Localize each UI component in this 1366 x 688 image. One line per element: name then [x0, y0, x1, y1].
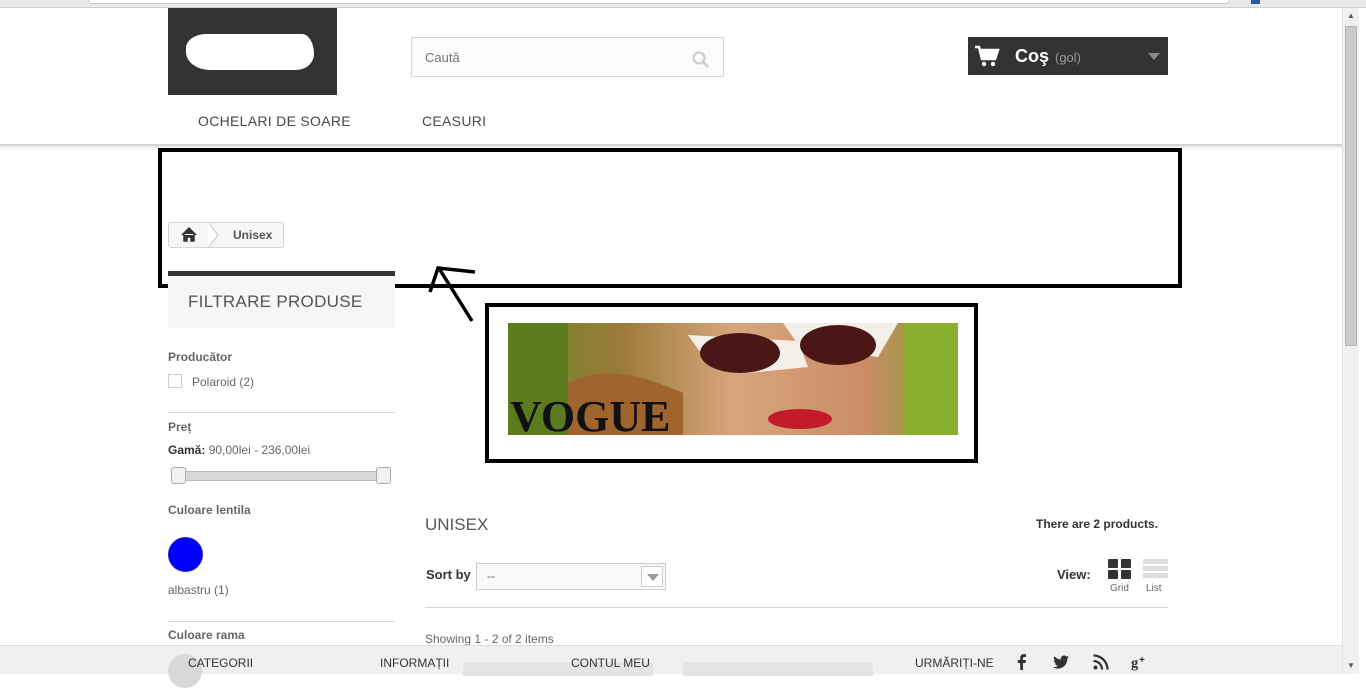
price-range: Gamă: 90,00lei - 236,00lei — [168, 443, 310, 457]
footer-link-contul-meu[interactable]: CONTUL MEU — [571, 656, 650, 670]
price-label: Preț — [168, 420, 192, 434]
site-logo[interactable] — [168, 8, 337, 95]
search-icon[interactable] — [691, 50, 711, 70]
price-slider-max-handle[interactable] — [376, 467, 391, 484]
scroll-down-icon[interactable]: ▼ — [1343, 658, 1359, 674]
page-scrollbar[interactable]: ▲ ▼ — [1342, 8, 1359, 674]
lens-color-option[interactable]: albastru (1) — [168, 583, 229, 597]
svg-text:g: g — [1131, 655, 1139, 671]
facebook-icon[interactable] — [1013, 653, 1031, 671]
sort-value: -- — [487, 569, 495, 583]
view-grid-label[interactable]: Grid — [1110, 583, 1129, 594]
menu-item-ochelari[interactable]: OCHELARI DE SOARE — [198, 113, 351, 129]
google-plus-icon[interactable]: g + — [1131, 653, 1149, 671]
chevron-down-icon[interactable] — [641, 566, 663, 587]
product-count: There are 2 products. — [1036, 517, 1159, 531]
filter-title-panel: FILTRARE PRODUSE — [168, 271, 395, 328]
cart-label: Coş — [1015, 46, 1050, 66]
browser-menu-icon[interactable] — [1251, 0, 1260, 4]
cart-status: (gol) — [1055, 50, 1082, 65]
price-slider-min-handle[interactable] — [171, 467, 186, 484]
lens-color-label: Culoare lentila — [168, 503, 251, 517]
grid-view-icon[interactable] — [1108, 559, 1133, 581]
list-view-icon[interactable] — [1143, 559, 1168, 581]
divider — [168, 621, 395, 622]
cart-icon — [974, 44, 1000, 68]
footer-link-informatii[interactable]: INFORMAȚII — [380, 656, 449, 670]
range-value: 90,00lei - 236,00lei — [208, 443, 311, 457]
manufacturer-checkbox[interactable] — [168, 374, 182, 388]
footer-link-categorii[interactable]: CATEGORII — [188, 656, 253, 670]
manufacturer-option[interactable]: Polaroid (2) — [192, 375, 254, 389]
chevron-down-icon — [1148, 53, 1160, 60]
filter-title: FILTRARE PRODUSE — [188, 292, 363, 311]
browser-url-bar[interactable] — [88, 0, 1230, 4]
view-list-label[interactable]: List — [1146, 583, 1162, 594]
frame-color-label: Culoare rama — [168, 628, 245, 642]
footer-bar: CATEGORII INFORMAȚII CONTUL MEU URMĂRIȚI… — [0, 645, 1342, 688]
rss-icon[interactable] — [1092, 653, 1110, 671]
scrollbar-thumb[interactable] — [1345, 26, 1357, 346]
banner-text: VOGUE — [510, 392, 670, 435]
footer-follow-label: URMĂRIȚI-NE — [915, 656, 994, 670]
search-box — [411, 37, 724, 77]
category-banner-image: VOGUE — [508, 323, 958, 435]
price-slider[interactable] — [172, 471, 390, 481]
browser-top-strip — [0, 0, 1366, 8]
site-header: Coş (gol) OCHELARI DE SOARE CEASURI — [0, 8, 1342, 146]
showing-items: Showing 1 - 2 of 2 items — [425, 632, 554, 646]
scroll-up-icon[interactable]: ▲ — [1343, 8, 1359, 24]
sort-label: Sort by — [426, 567, 471, 582]
divider — [168, 412, 395, 413]
logo-redacted-mark — [186, 34, 314, 70]
view-label: View: — [1057, 567, 1091, 582]
annotation-arrow-icon — [428, 266, 476, 322]
manufacturer-label: Producător — [168, 350, 233, 364]
svg-text:+: + — [1139, 655, 1145, 666]
range-label: Gamă: — [168, 443, 206, 457]
search-input[interactable] — [412, 38, 682, 76]
annotation-box-top — [158, 148, 1182, 288]
category-name: UNISEX — [425, 515, 489, 534]
lens-color-swatch[interactable] — [168, 537, 203, 572]
sort-select[interactable]: -- — [476, 563, 666, 590]
menu-item-ceasuri[interactable]: CEASURI — [422, 113, 486, 129]
cart-button[interactable]: Coş (gol) — [968, 37, 1168, 75]
divider — [425, 607, 1168, 608]
twitter-icon[interactable] — [1052, 653, 1070, 671]
